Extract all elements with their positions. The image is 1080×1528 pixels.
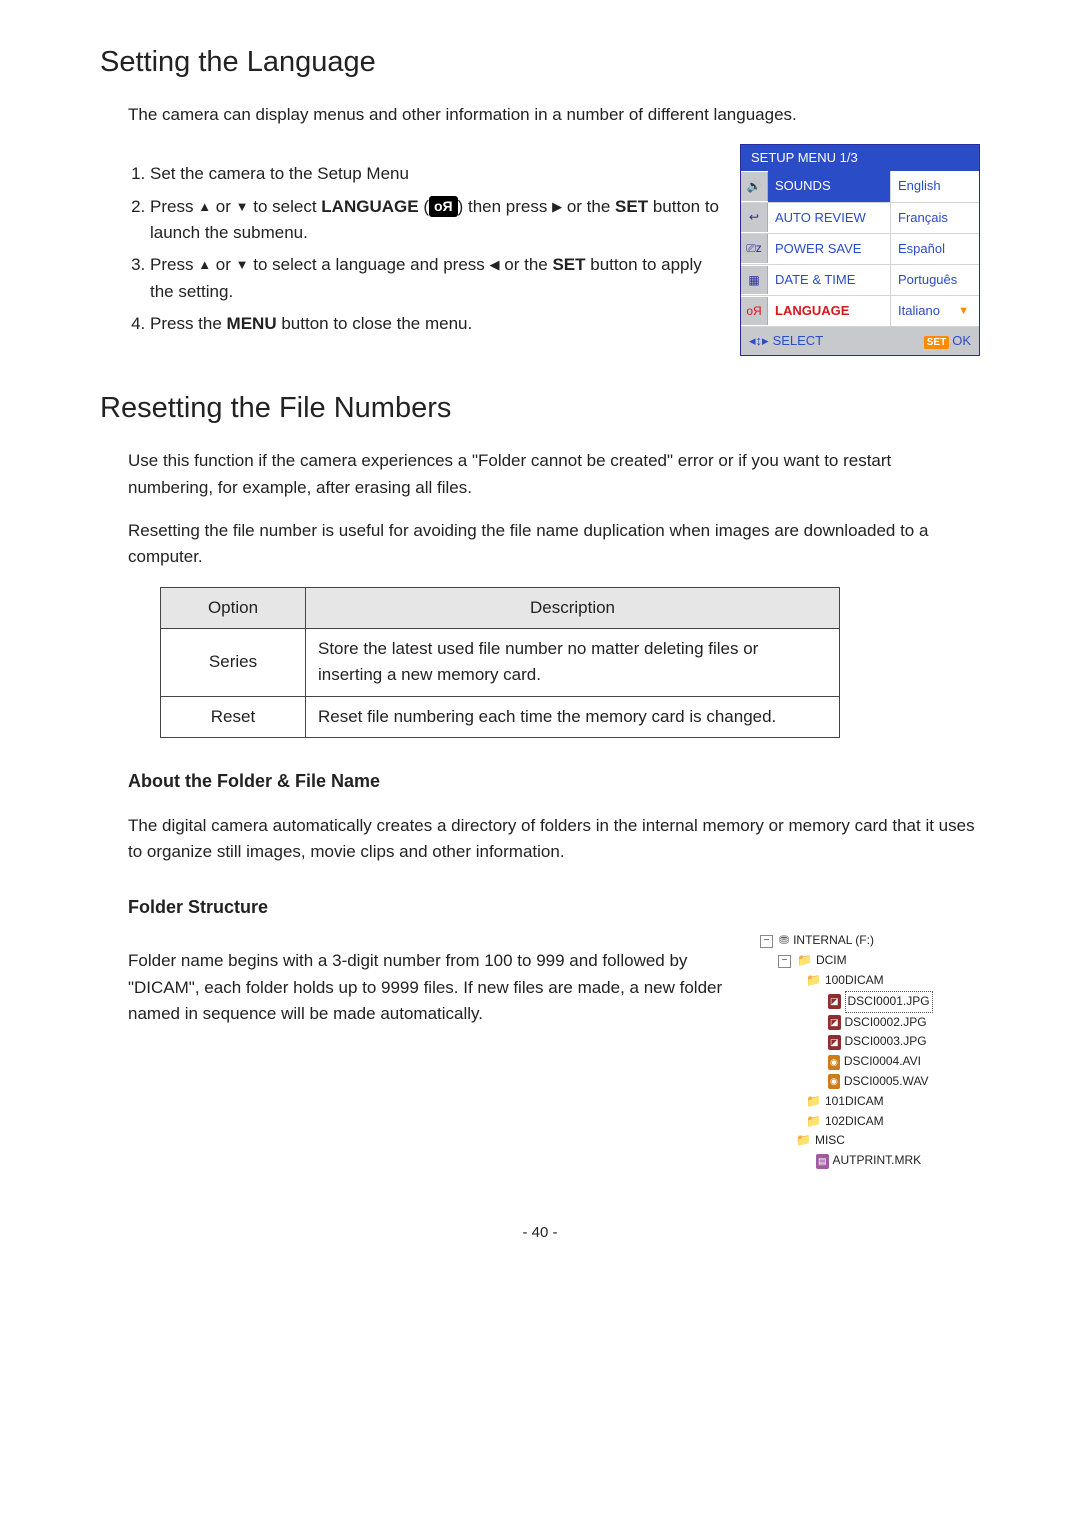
calendar-icon: ▦ xyxy=(741,266,768,295)
tree-autprint-label: AUTPRINT.MRK xyxy=(833,1151,922,1171)
left-triangle-icon: ◀ xyxy=(490,255,500,275)
tree-misc-label: MISC xyxy=(815,1131,845,1151)
about-paragraph: The digital camera automatically creates… xyxy=(128,813,980,866)
tree-file-0: DSCI0001.JPG xyxy=(845,991,933,1013)
down-triangle-icon: ▼ xyxy=(236,197,249,217)
tree-file-1: DSCI0002.JPG xyxy=(845,1013,927,1033)
osd-row-powersave: ⎚z POWER SAVE Español xyxy=(741,234,979,265)
reset-paragraph-2: Resetting the file number is useful for … xyxy=(128,518,980,571)
table-row: Series Store the latest used file number… xyxy=(161,628,840,696)
up-triangle-icon: ▲ xyxy=(198,197,211,217)
osd-item-autoreview: AUTO REVIEW xyxy=(768,203,891,233)
col-description: Description xyxy=(306,587,840,628)
osd-item-language: LANGUAGE xyxy=(768,296,891,326)
set-chip: SET xyxy=(924,336,949,349)
more-down-icon: ▼ xyxy=(958,303,972,320)
tree-dcim-label: DCIM xyxy=(816,951,847,971)
tree-file-2: DSCI0003.JPG xyxy=(845,1032,927,1052)
tree-100dicam-label: 100DICAM xyxy=(825,971,884,991)
osd-item-powersave: POWER SAVE xyxy=(768,234,891,264)
option-reset: Reset xyxy=(161,696,306,737)
battery-icon: ⎚z xyxy=(741,234,768,263)
osd-value-espanol: Español xyxy=(891,234,979,264)
language-steps-list: Set the camera to the Setup Menu Press ▲… xyxy=(128,161,722,337)
mrk-file-icon: ▤ xyxy=(816,1154,829,1169)
tree-collapse-icon: − xyxy=(778,955,791,968)
osd-ok-label: OK xyxy=(952,333,971,348)
folder-icon: 📁 xyxy=(797,951,812,971)
osd-value-portugues: Português xyxy=(891,265,979,295)
folder-structure-paragraph: Folder name begins with a 3-digit number… xyxy=(128,948,742,1027)
osd-row-datetime: ▦ DATE & TIME Português xyxy=(741,265,979,296)
heading-about-folder-file-name: About the Folder & File Name xyxy=(128,768,980,796)
folder-icon: 📁 xyxy=(806,971,821,991)
table-row: Reset Reset file numbering each time the… xyxy=(161,696,840,737)
lang-intro-paragraph: The camera can display menus and other i… xyxy=(128,102,980,128)
page-number: - 40 - xyxy=(100,1221,980,1244)
lang-step-4: Press the MENU button to close the menu. xyxy=(150,311,722,337)
osd-value-francais: Français xyxy=(891,203,979,233)
speaker-icon: 🔊 xyxy=(741,172,768,201)
table-header-row: Option Description xyxy=(161,587,840,628)
tree-101dicam-label: 101DICAM xyxy=(825,1092,884,1112)
osd-title: SETUP MENU 1/3 xyxy=(741,145,979,171)
right-triangle-icon: ▶ xyxy=(552,197,562,217)
lang-step-1: Set the camera to the Setup Menu xyxy=(150,161,722,187)
file-number-options-table: Option Description Series Store the late… xyxy=(160,587,840,738)
tree-drive-label: INTERNAL (F:) xyxy=(793,931,874,951)
language-icon: oЯ xyxy=(429,196,458,218)
reset-paragraph-1: Use this function if the camera experien… xyxy=(128,448,980,501)
nav-arrows-icon: ◂↕▸ xyxy=(749,331,769,351)
option-series-desc: Store the latest used file number no mat… xyxy=(306,628,840,696)
folder-tree-diagram: − ⛃ INTERNAL (F:) − 📁 DCIM 📁 100DICAM ◪ … xyxy=(760,931,980,1171)
lang-step-3: Press ▲ or ▼ to select a language and pr… xyxy=(150,252,722,305)
osd-item-datetime: DATE & TIME xyxy=(768,265,891,295)
tree-file-3: DSCI0004.AVI xyxy=(844,1052,921,1072)
osd-value-english: English xyxy=(891,171,979,201)
jpg-file-icon: ◪ xyxy=(828,994,841,1009)
option-reset-desc: Reset file numbering each time the memor… xyxy=(306,696,840,737)
avi-file-icon: ◉ xyxy=(828,1055,840,1070)
jpg-file-icon: ◪ xyxy=(828,1015,841,1030)
heading-folder-structure: Folder Structure xyxy=(128,894,980,922)
osd-select-label: SELECT xyxy=(773,331,824,351)
heading-setting-language: Setting the Language xyxy=(100,40,980,85)
down-triangle-icon: ▼ xyxy=(236,255,249,275)
osd-item-sounds: SOUNDS xyxy=(768,171,891,201)
osd-row-sounds: 🔊 SOUNDS English xyxy=(741,171,979,202)
col-option: Option xyxy=(161,587,306,628)
osd-row-autoreview: ↩ AUTO REVIEW Français xyxy=(741,203,979,234)
folder-icon: 📁 xyxy=(806,1092,821,1112)
drive-icon: ⛃ xyxy=(779,931,789,951)
heading-resetting-file-numbers: Resetting the File Numbers xyxy=(100,386,980,431)
osd-row-language: oЯ LANGUAGE Italiano▼ xyxy=(741,296,979,327)
language-osd-icon: oЯ xyxy=(741,297,768,326)
return-icon: ↩ xyxy=(741,203,768,232)
tree-102dicam-label: 102DICAM xyxy=(825,1112,884,1132)
folder-icon: 📁 xyxy=(796,1131,811,1151)
osd-value-italiano: Italiano▼ xyxy=(891,296,979,326)
jpg-file-icon: ◪ xyxy=(828,1035,841,1050)
option-series: Series xyxy=(161,628,306,696)
camera-setup-menu-osd: SETUP MENU 1/3 🔊 SOUNDS English ↩ AUTO R… xyxy=(740,144,980,356)
wav-file-icon: ◉ xyxy=(828,1074,840,1089)
tree-file-4: DSCI0005.WAV xyxy=(844,1072,929,1092)
osd-footer: ◂↕▸ SELECT SETOK xyxy=(741,327,979,355)
up-triangle-icon: ▲ xyxy=(198,255,211,275)
lang-step-2: Press ▲ or ▼ to select LANGUAGE (oЯ) the… xyxy=(150,194,722,247)
folder-icon: 📁 xyxy=(806,1112,821,1132)
tree-collapse-icon: − xyxy=(760,935,773,948)
